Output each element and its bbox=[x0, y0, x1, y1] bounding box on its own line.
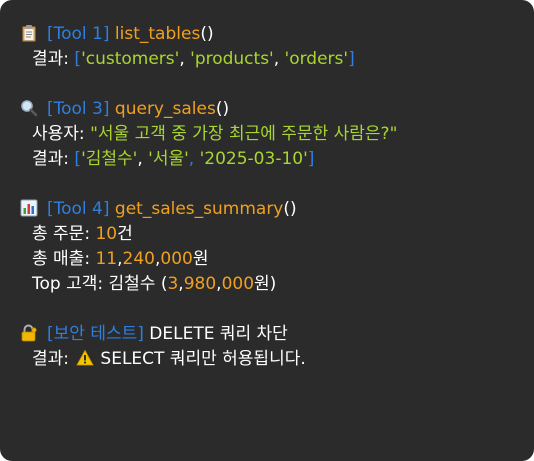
tool1-block: [Tool 1] list_tables() 결과: ['customers',… bbox=[20, 22, 514, 72]
clipboard-icon bbox=[20, 24, 38, 42]
tool3-tag: [Tool 3] bbox=[47, 99, 110, 119]
security-test-tag: [보안 테스트] bbox=[47, 324, 144, 344]
security-test-header: [보안 테스트] DELETE 쿼리 차단 bbox=[20, 322, 514, 347]
security-test-title: DELETE 쿼리 차단 bbox=[149, 324, 288, 344]
tool1-result-line: 결과: ['customers', 'products', 'orders'] bbox=[20, 47, 514, 72]
security-test-result-label: 결과: bbox=[32, 349, 75, 369]
total-sales-unit: 원 bbox=[192, 249, 209, 269]
tool4-parens: () bbox=[283, 199, 297, 219]
tool3-result-label: 결과: bbox=[32, 149, 75, 169]
tool1-result-item: 'products' bbox=[190, 49, 274, 69]
tool3-user-line: 사용자: "서울 고객 중 가장 최근에 주문한 사람은?" bbox=[20, 122, 514, 147]
tool1-sep: , bbox=[179, 49, 191, 69]
tool3-result-item: '김철수' bbox=[81, 149, 138, 169]
tool4-tag: [Tool 4] bbox=[47, 199, 110, 219]
tool3-result-item: '서울' bbox=[148, 149, 189, 169]
tool3-result-item: '2025-03-10' bbox=[199, 149, 308, 169]
tool4-function-name: get_sales_summary bbox=[114, 199, 284, 219]
tool1-result-label: 결과: bbox=[32, 49, 75, 69]
total-sales-label: 총 매출: bbox=[32, 249, 96, 269]
tool3-user-query: "서울 고객 중 가장 최근에 주문한 사람은?" bbox=[90, 124, 398, 144]
total-sales-part: 240 bbox=[122, 249, 155, 269]
tool-log-panel: [Tool 1] list_tables() 결과: ['customers',… bbox=[0, 0, 534, 461]
tool4-block: [Tool 4] get_sales_summary() 총 주문: 10건 총… bbox=[20, 197, 514, 297]
magnifier-icon bbox=[20, 99, 38, 117]
total-orders-unit: 건 bbox=[117, 224, 133, 244]
warning-icon bbox=[76, 349, 95, 367]
tool3-close-bracket: ] bbox=[307, 149, 315, 169]
top-customer-amount-part: 980 bbox=[183, 274, 217, 294]
tool4-sales-line: 총 매출: 11,240,000원 bbox=[20, 247, 514, 272]
tool3-sep: , bbox=[137, 149, 149, 169]
total-sales-part: 11 bbox=[95, 249, 118, 269]
security-test-message: SELECT 쿼리만 허용됩니다. bbox=[100, 349, 306, 369]
tool1-header: [Tool 1] list_tables() bbox=[20, 22, 514, 47]
top-customer-label: Top 고객: 김철수 ( bbox=[32, 274, 168, 294]
tool1-function-name: list_tables bbox=[114, 24, 201, 44]
top-customer-unit: 원) bbox=[254, 274, 277, 294]
tool1-parens: () bbox=[200, 24, 214, 44]
tool3-function-name: query_sales bbox=[114, 99, 216, 119]
bar-chart-icon bbox=[20, 199, 38, 217]
tool1-result-item: 'orders' bbox=[284, 49, 349, 69]
top-customer-amount-part: 000 bbox=[221, 274, 255, 294]
tool1-result-item: 'customers' bbox=[81, 49, 180, 69]
top-customer-amount-part: 3 bbox=[167, 274, 179, 294]
tool4-header: [Tool 4] get_sales_summary() bbox=[20, 197, 514, 222]
tool1-close-bracket: ] bbox=[348, 49, 355, 69]
total-orders-value: 10 bbox=[95, 224, 118, 244]
lock-key-icon bbox=[20, 324, 38, 342]
tool3-block: [Tool 3] query_sales() 사용자: "서울 고객 중 가장 … bbox=[20, 97, 514, 172]
security-test-block: [보안 테스트] DELETE 쿼리 차단 결과: SELECT 쿼리만 허용됩… bbox=[20, 322, 514, 372]
tool3-sep: , bbox=[188, 149, 200, 169]
tool4-top-customer-line: Top 고객: 김철수 (3,980,000원) bbox=[20, 272, 514, 297]
security-test-result-line: 결과: SELECT 쿼리만 허용됩니다. bbox=[20, 347, 514, 372]
tool3-user-label: 사용자: bbox=[32, 124, 91, 144]
tool3-parens: () bbox=[215, 99, 230, 119]
tool4-orders-line: 총 주문: 10건 bbox=[20, 222, 514, 247]
tool1-sep: , bbox=[273, 49, 285, 69]
tool1-tag: [Tool 1] bbox=[47, 24, 110, 44]
total-sales-part: 000 bbox=[160, 249, 193, 269]
total-orders-label: 총 주문: bbox=[32, 224, 96, 244]
tool3-result-line: 결과: ['김철수', '서울', '2025-03-10'] bbox=[20, 147, 514, 172]
tool3-header: [Tool 3] query_sales() bbox=[20, 97, 514, 122]
